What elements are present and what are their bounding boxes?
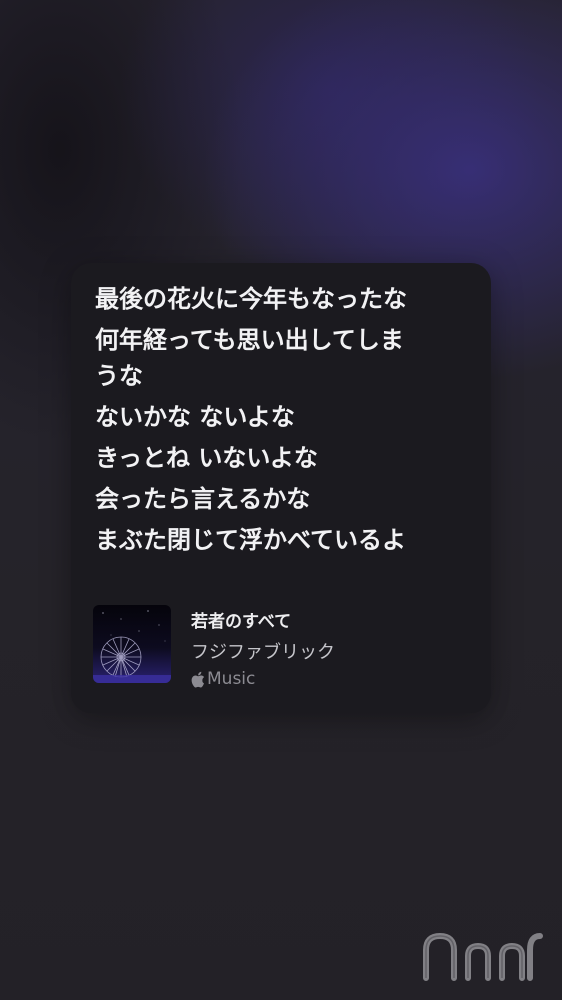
- lyric-line: 会ったら言えるかな: [95, 485, 311, 513]
- lyric-line: きっとね いないよな: [95, 444, 318, 472]
- lyric-line: 何年経っても思い出してしま: [95, 326, 404, 354]
- track-info[interactable]: 若者のすべて フジファブリック Music: [93, 603, 473, 689]
- lyric-line: うな: [95, 362, 143, 390]
- lyric-line: 最後の花火に今年もなったな: [95, 285, 407, 313]
- apple-music-badge: Music: [191, 669, 255, 689]
- lyrics-list: 最後の花火に今年もなったな 何年経っても思い出してしま うな ないかな ないよな…: [95, 281, 475, 558]
- lyrics-share-card[interactable]: 最後の花火に今年もなったな 何年経っても思い出してしま うな ないかな ないよな…: [71, 263, 491, 713]
- track-title: 若者のすべて: [191, 612, 292, 632]
- watermark-logo-icon: [418, 920, 548, 990]
- apple-logo-icon: [191, 671, 205, 688]
- lyric-line: ないかな ないよな: [95, 403, 295, 431]
- track-artist: フジファブリック: [191, 642, 335, 663]
- album-artwork: [93, 605, 171, 683]
- lyric-line: まぶた閉じて浮かべているよ: [95, 526, 407, 554]
- service-label: Music: [207, 669, 256, 689]
